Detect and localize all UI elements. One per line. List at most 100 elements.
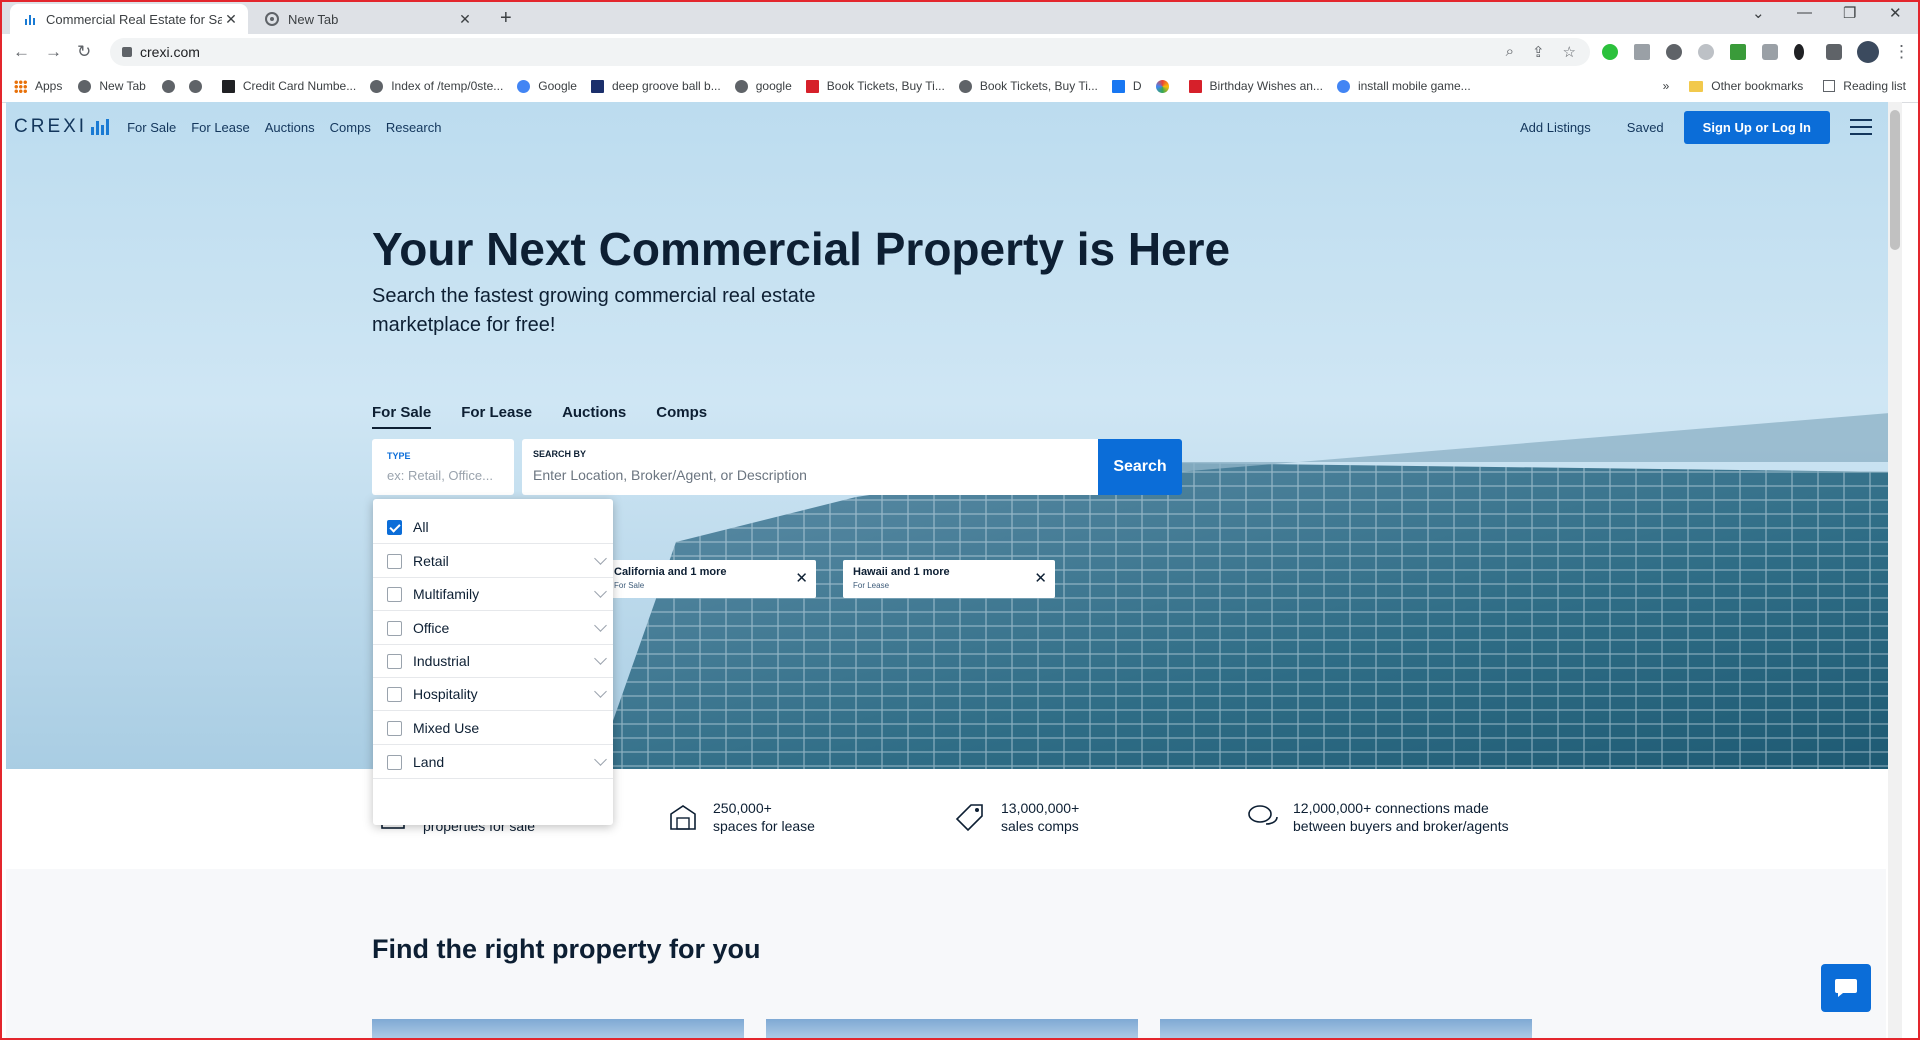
extension-tree-icon[interactable] [1730,44,1746,60]
type-option-retail[interactable]: Retail [373,545,613,578]
search-input[interactable]: SEARCH BY Enter Location, Broker/Agent, … [522,439,1098,495]
checkbox[interactable] [387,653,402,669]
checkbox[interactable] [387,519,402,535]
folder-icon [1689,80,1704,92]
bookmark-item[interactable]: Credit Card Numbe... [221,79,356,93]
type-option-multifamily[interactable]: Multifamily [373,578,613,611]
remove-search-icon[interactable]: ✕ [1034,569,1047,587]
type-option-office[interactable]: Office [373,612,613,645]
bookmark-item[interactable] [161,79,175,93]
checkbox[interactable] [387,586,402,602]
bookmark-item[interactable]: Index of /temp/0ste... [370,79,503,93]
google-icon [1336,79,1350,93]
bookmark-apps[interactable]: Apps [14,79,62,93]
remove-search-icon[interactable]: ✕ [795,569,808,587]
recent-search-chip[interactable]: Hawaii and 1 more For Lease ✕ [843,560,1055,598]
checkbox[interactable] [387,620,402,636]
tab-auctions[interactable]: Auctions [562,404,626,429]
page-scrollbar[interactable] [1888,102,1902,1038]
extension-camera-icon[interactable] [1762,44,1778,60]
scrollbar-thumb[interactable] [1890,110,1900,250]
browser-tab-crexi[interactable]: Commercial Real Estate for Sale & ✕ [10,4,248,34]
type-option-land[interactable]: Land [373,746,613,779]
property-type-field[interactable]: TYPE ex: Retail, Office... [372,439,514,495]
bookmark-item[interactable]: D [1111,79,1142,93]
type-option-all[interactable]: All [373,511,613,544]
address-bar[interactable]: crexi.com ⌕ ⇪ ☆ [110,38,1590,66]
tab-search-icon[interactable]: ⌄ [1752,4,1765,22]
zoom-icon[interactable]: ⌕ [1506,43,1514,61]
bookmark-item[interactable]: New Tab [78,79,146,93]
bookmark-item[interactable]: deep groove ball b... [590,79,721,93]
bookmark-item[interactable]: Book Tickets, Buy Ti... [958,79,1098,93]
restore-icon[interactable]: ❐ [1843,4,1856,22]
bookmark-item[interactable] [188,79,202,93]
minimize-icon[interactable]: — [1797,4,1812,21]
close-tab-icon[interactable]: ✕ [456,11,474,28]
nav-auctions[interactable]: Auctions [265,120,315,135]
extension-cursor-icon[interactable] [1794,44,1804,60]
crexi-logo[interactable]: CREXI [14,116,110,138]
checkbox[interactable] [387,553,402,569]
checkbox[interactable] [387,720,402,736]
tab-for-sale[interactable]: For Sale [372,404,432,429]
hamburger-menu-icon[interactable] [1850,114,1872,140]
extensions-puzzle-icon[interactable] [1826,44,1842,60]
property-type-dropdown: All Retail Multifamily Office Industrial… [373,499,613,825]
tab-comps[interactable]: Comps [656,404,707,429]
checkbox[interactable] [387,754,402,770]
other-bookmarks[interactable]: Other bookmarks [1689,79,1803,93]
chrome-favicon-icon [264,11,280,27]
extension-green-icon[interactable] [1602,44,1618,60]
bookmark-star-icon[interactable]: ☆ [1563,43,1576,61]
bookmark-item[interactable]: Book Tickets, Buy Ti... [805,79,945,93]
property-card[interactable] [372,1019,744,1038]
checkbox[interactable] [387,686,402,702]
ff-icon [221,79,235,93]
bookmark-item[interactable]: google [734,79,792,93]
search-by-label: SEARCH BY [533,449,587,459]
reading-list[interactable]: Reading list [1823,79,1906,93]
chevron-down-icon[interactable] [594,552,607,565]
property-card[interactable] [1160,1019,1532,1038]
nav-for-sale[interactable]: For Sale [127,120,176,135]
chevron-down-icon[interactable] [594,652,607,665]
chrome-menu-icon[interactable]: ⋮ [1893,42,1910,62]
type-option-hospitality[interactable]: Hospitality [373,678,613,711]
forward-icon[interactable]: → [45,42,62,62]
search-button[interactable]: Search [1098,439,1182,495]
add-listings-link[interactable]: Add Listings [1520,120,1591,135]
bookmark-item[interactable]: install mobile game... [1336,79,1471,93]
tab-for-lease[interactable]: For Lease [461,404,532,429]
close-tab-icon[interactable]: ✕ [222,11,240,28]
share-icon[interactable]: ⇪ [1532,43,1545,61]
extension-cloud-icon[interactable] [1698,44,1714,60]
type-option-mixed-use[interactable]: Mixed Use [373,712,613,745]
bookmark-item[interactable] [1155,79,1169,93]
chevron-down-icon[interactable] [594,619,607,632]
recent-search-chip[interactable]: California and 1 more For Sale ✕ [604,560,816,598]
property-card[interactable] [766,1019,1138,1038]
close-window-icon[interactable]: ✕ [1889,4,1902,22]
extension-photo-icon[interactable] [1634,44,1650,60]
signup-login-button[interactable]: Sign Up or Log In [1683,110,1830,144]
profile-avatar[interactable] [1857,41,1879,63]
bookmark-item[interactable]: Google [517,79,577,93]
saved-link[interactable]: Saved [1627,120,1664,135]
back-icon[interactable]: ← [13,42,30,62]
chevron-down-icon[interactable] [594,685,607,698]
nav-research[interactable]: Research [386,120,442,135]
nav-comps[interactable]: Comps [330,120,371,135]
nav-for-lease[interactable]: For Lease [191,120,250,135]
bookmarks-overflow-icon[interactable]: » [1663,79,1670,93]
type-option-industrial[interactable]: Industrial [373,645,613,678]
chevron-down-icon[interactable] [594,753,607,766]
extension-robot-icon[interactable] [1666,44,1682,60]
new-tab-button[interactable]: + [500,7,512,30]
chevron-down-icon[interactable] [594,585,607,598]
browser-tab-new[interactable]: New Tab ✕ [252,4,482,34]
chat-button[interactable] [1821,964,1871,1012]
bookmark-item[interactable]: Birthday Wishes an... [1188,79,1323,93]
reload-icon[interactable]: ↻ [77,42,91,62]
site-nav: CREXI For Sale For Lease Auctions Comps … [6,102,1886,152]
